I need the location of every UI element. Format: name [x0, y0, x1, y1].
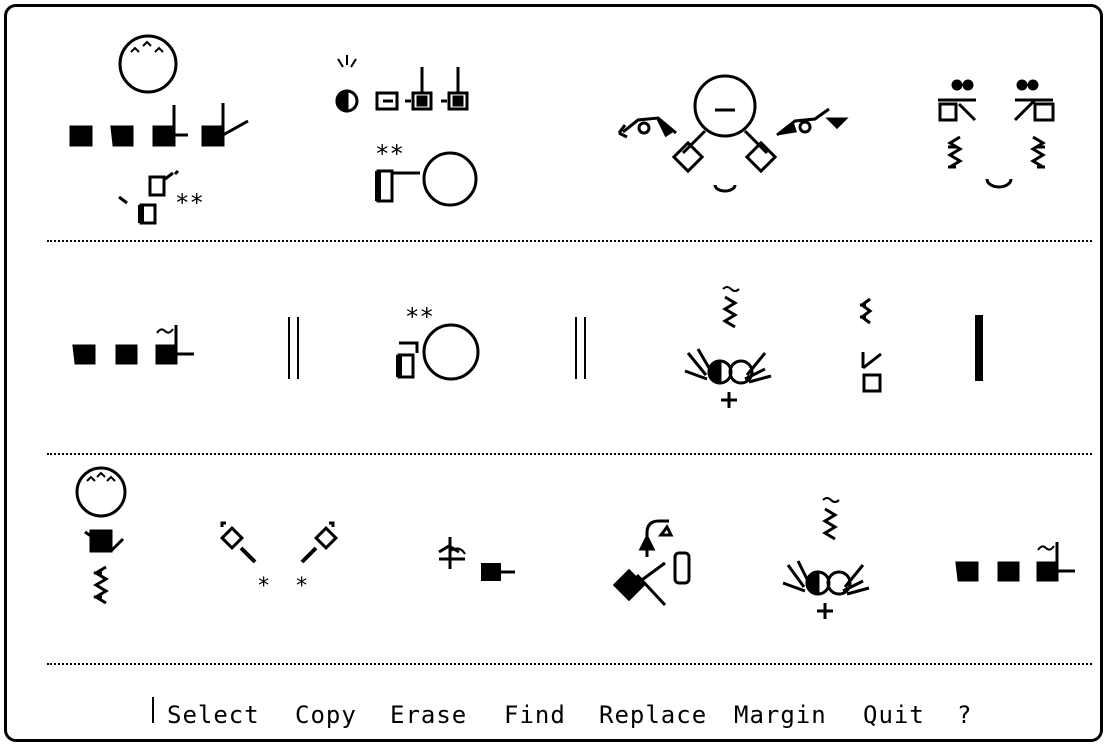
sign-row3-2[interactable]: * * — [219, 521, 339, 599]
handshape-row-icon — [69, 103, 249, 147]
contact-handshapes-icon: ** — [118, 169, 204, 225]
menu-item-margin[interactable]: Margin — [734, 701, 827, 729]
flat-handshape-icons — [375, 67, 469, 111]
thick-bar-separator — [975, 315, 983, 381]
zigzag-movement-icon — [93, 565, 109, 605]
arrow-path-right-icon — [776, 107, 849, 137]
svg-text:*: * — [295, 574, 308, 599]
menu-item-copy[interactable]: Copy — [295, 701, 357, 729]
head-contact-icon — [396, 323, 480, 381]
menu-bar: Select Copy Erase Find Replace Margin Qu… — [7, 697, 1106, 737]
sign-row3-4[interactable] — [612, 519, 691, 607]
sign-row1-4[interactable] — [938, 79, 1055, 189]
handshape-row-icon — [72, 325, 194, 365]
zigzag-vertical-icon — [822, 497, 840, 541]
svg-text:*: * — [257, 574, 270, 599]
sign-row2-4[interactable] — [859, 297, 882, 393]
sign-row3-6[interactable] — [955, 542, 1075, 582]
face-circle-icon — [681, 74, 769, 193]
arrow-path-left-icon — [617, 116, 677, 139]
sign-row1-3[interactable] — [617, 74, 849, 193]
signwriting-editor-window: ** ** ** * * Select Copy Erase Find Repl… — [4, 4, 1103, 742]
sign-row1-1[interactable]: ** — [69, 34, 249, 225]
arrow-down-icon — [638, 519, 674, 557]
sign-row2-1[interactable] — [72, 325, 194, 365]
sign-row2-2[interactable]: ** — [396, 303, 480, 381]
menu-item-select[interactable]: Select — [167, 701, 260, 729]
diamond-contact-icon — [612, 551, 691, 607]
double-dot-contacts-icon — [951, 79, 1039, 91]
zigzag-movement-icon — [947, 135, 1046, 189]
sun-handshape-icon — [335, 55, 359, 113]
sign-row2-3[interactable] — [684, 286, 772, 408]
double-bar-separator — [575, 317, 586, 379]
svg-text:**: ** — [375, 140, 404, 168]
menu-item-help[interactable]: ? — [957, 701, 972, 729]
bent-handshape-icon — [84, 529, 125, 553]
sign-row3-3[interactable] — [438, 537, 515, 581]
head-circle-icon — [75, 466, 127, 518]
handshape-row-icon — [955, 542, 1075, 582]
head-contact-icon: ** — [375, 140, 478, 207]
menu-item-quit[interactable]: Quit — [863, 701, 925, 729]
sign-row3-1[interactable] — [75, 466, 127, 605]
svg-text:**: ** — [175, 189, 204, 217]
rotating-handshape-icon — [438, 537, 466, 569]
bent-handshapes-icon — [938, 98, 1055, 122]
fingers-spread-icon — [782, 560, 870, 619]
head-circle-icon — [118, 34, 178, 94]
zigzag-vertical-icon — [722, 286, 740, 329]
sign-row1-2[interactable]: ** — [335, 55, 478, 207]
sign-row3-5[interactable] — [782, 497, 870, 619]
svg-text:**: ** — [405, 303, 434, 331]
menu-item-erase[interactable]: Erase — [390, 701, 467, 729]
mirrored-handshapes-icon: * * — [219, 521, 339, 599]
fingers-spread-icon — [684, 348, 772, 408]
menu-item-replace[interactable]: Replace — [599, 701, 707, 729]
menu-item-find[interactable]: Find — [504, 701, 566, 729]
double-bar-separator — [288, 317, 299, 379]
